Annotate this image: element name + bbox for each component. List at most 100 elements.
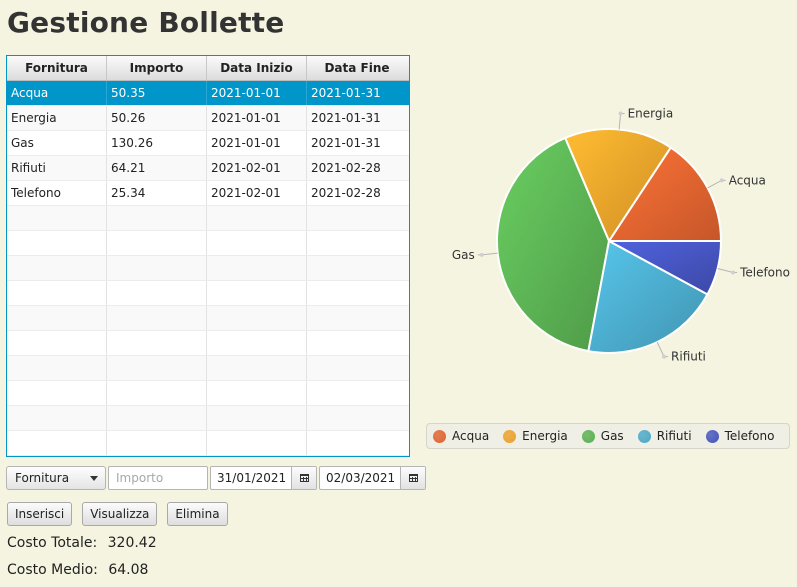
legend-swatch: [433, 429, 446, 443]
end-date-button[interactable]: [400, 467, 425, 489]
table-cell: Acqua: [7, 81, 107, 105]
table-cell: 2021-01-31: [311, 136, 381, 150]
importo-input[interactable]: [108, 466, 208, 490]
table-row: [7, 431, 409, 456]
pie-label-telefono: Telefono: [739, 265, 790, 279]
table-cell: [307, 381, 407, 405]
table-cell: Gas: [7, 131, 107, 155]
table-cell: [107, 356, 207, 380]
table-cell: [107, 331, 207, 355]
table-cell: 2021-01-01: [207, 131, 307, 155]
table-cell: [107, 381, 207, 405]
pie-label-energia: Energia: [628, 107, 674, 121]
legend-item-telefono: Telefono: [705, 429, 775, 443]
pie-label-dot: [618, 111, 623, 116]
table-header: Fornitura Importo Data Inizio Data Fine: [7, 56, 409, 81]
table-cell: [207, 431, 307, 455]
table-cell: [107, 306, 207, 330]
table-cell: [307, 431, 407, 455]
table-cell: Rifiuti: [7, 156, 107, 180]
pie-label-line: [656, 341, 669, 358]
pie-label-dot: [731, 270, 736, 275]
pie-label-rifiuti: Rifiuti: [671, 350, 706, 364]
column-header-fornitura[interactable]: Fornitura: [7, 56, 107, 80]
table-row: [7, 356, 409, 381]
table-cell: [307, 356, 407, 380]
legend-label: Acqua: [452, 429, 490, 443]
legend-swatch: [637, 429, 651, 443]
table-cell: 64.21: [107, 156, 207, 180]
start-date-button[interactable]: [291, 467, 316, 489]
table-cell: [107, 406, 207, 430]
table-cell: [107, 206, 207, 230]
legend-swatch: [503, 429, 517, 443]
legend-item-gas: Gas: [581, 429, 624, 443]
chevron-down-icon: [90, 475, 98, 481]
legend-label: Telefono: [724, 429, 775, 443]
table-cell: [307, 281, 407, 305]
start-date-picker[interactable]: 31/01/2021: [210, 466, 317, 490]
table-row: [7, 281, 409, 306]
end-date-field[interactable]: 02/03/2021: [320, 467, 400, 489]
table-cell: 2021-01-01: [207, 106, 307, 130]
table-cell: [107, 256, 207, 280]
table-row: [7, 381, 409, 406]
table-row: [7, 406, 409, 431]
table-cell: [7, 206, 107, 230]
pie-label-dot: [479, 252, 484, 257]
column-header-data-fine[interactable]: Data Fine: [307, 56, 407, 80]
table-cell: [207, 256, 307, 280]
start-date-field[interactable]: 31/01/2021: [211, 467, 291, 489]
table-cell: 2021-02-28: [311, 186, 381, 200]
legend-item-acqua: Acqua: [433, 429, 489, 443]
insert-button[interactable]: Inserisci: [7, 502, 73, 526]
end-date-picker[interactable]: 02/03/2021: [319, 466, 426, 490]
chart-legend: Acqua Energia Gas Rifiuti Telefono: [426, 423, 790, 449]
fornitura-combo[interactable]: Fornitura: [6, 466, 106, 490]
table-cell: [307, 206, 407, 230]
table-cell: 2021-02-28: [311, 161, 381, 175]
table-cell: [7, 356, 107, 380]
table-cell: [107, 431, 207, 455]
table-row[interactable]: Gas 130.26 2021-01-01 2021-01-31: [7, 131, 409, 156]
column-header-importo[interactable]: Importo: [107, 56, 207, 80]
table-cell: 130.26: [107, 131, 207, 155]
fornitura-combo-label: Fornitura: [15, 471, 70, 485]
table-cell: [207, 456, 307, 457]
legend-item-energia: Energia: [503, 429, 568, 443]
table-row: [7, 306, 409, 331]
average-cost-value: 64.08: [108, 562, 149, 578]
entry-form: Fornitura 31/01/2021 02/03/2021: [6, 466, 426, 490]
table-row: [7, 456, 409, 457]
legend-label: Rifiuti: [656, 429, 692, 443]
table-cell: Telefono: [7, 181, 107, 205]
pie-label-gas: Gas: [452, 248, 475, 262]
table-row: [7, 206, 409, 231]
table-cell: [307, 306, 407, 330]
table-cell: 2021-01-31: [311, 111, 381, 125]
pie-label-dot: [719, 178, 724, 183]
average-cost-label: Costo Medio:: [7, 562, 98, 578]
table-cell: [107, 231, 207, 255]
delete-button[interactable]: Elimina: [167, 502, 228, 526]
table-cell: [207, 406, 307, 430]
table-row[interactable]: Energia 50.26 2021-01-01 2021-01-31: [7, 106, 409, 131]
table-row[interactable]: Acqua 50.35 2021-01-01 2021-01-31: [7, 81, 409, 106]
table-cell: [307, 256, 407, 280]
legend-swatch: [705, 429, 719, 443]
column-header-data-inizio[interactable]: Data Inizio: [207, 56, 307, 80]
table-cell: [7, 256, 107, 280]
table-cell: [207, 306, 307, 330]
legend-label: Gas: [600, 429, 624, 443]
bills-table[interactable]: Fornitura Importo Data Inizio Data Fine …: [6, 55, 410, 457]
table-cell: [7, 431, 107, 455]
table-row[interactable]: Telefono 25.34 2021-02-01 2021-02-28: [7, 181, 409, 206]
table-row: [7, 231, 409, 256]
table-cell: 2021-01-31: [311, 86, 381, 100]
pie-label-dot: [662, 354, 667, 359]
table-row[interactable]: Rifiuti 64.21 2021-02-01 2021-02-28: [7, 156, 409, 181]
table-body: Acqua 50.35 2021-01-01 2021-01-31 Energia 50.…: [7, 81, 409, 457]
view-button[interactable]: Visualizza: [82, 502, 158, 526]
table-cell: [7, 331, 107, 355]
table-cell: [207, 331, 307, 355]
